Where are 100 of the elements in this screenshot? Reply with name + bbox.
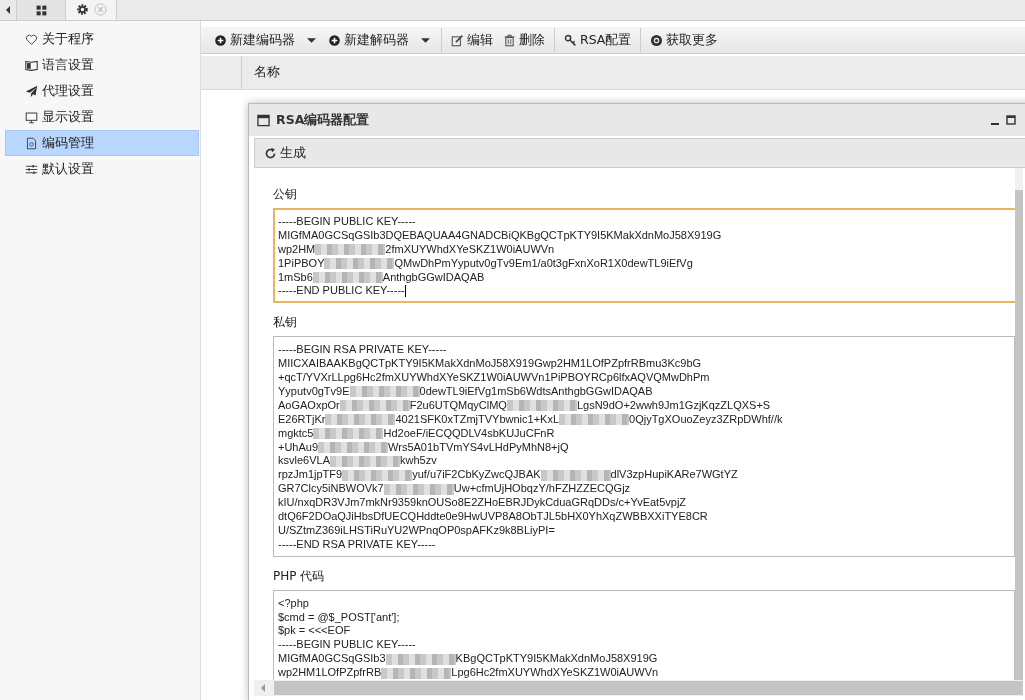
maximize-icon (1006, 115, 1016, 125)
caret-down-icon (307, 37, 316, 43)
code-text: rpzJm1jpTF9 (278, 468, 343, 483)
sidebar-item[interactable]: 默认设置 (5, 156, 199, 182)
window-title: RSA编码器配置 (276, 111, 370, 129)
blurred-region (381, 667, 452, 679)
code-text: AnthgbGGwIDAQAB (382, 270, 485, 285)
gear-icon (75, 3, 89, 16)
code-text: QMwDhPmYyputv0gTv9Em1/a0t3gFxnXoR1X0dewTL9iEfVg (394, 256, 693, 271)
code-text: wp2HM1LOfPZpfrRB (278, 666, 382, 680)
code-text: dtQ6F2DOaQJiHbsDfUECQHddte0e9HwUVP8A8ObTJL5bHX0YhXqZWBBXXiTYE8CR (278, 510, 708, 524)
tab[interactable] (17, 0, 66, 20)
code-text: -----BEGIN PUBLIC KEY----- (278, 638, 416, 653)
paper-plane-icon (25, 84, 38, 98)
toolbar-button[interactable]: 生成 (259, 141, 311, 165)
toolbar-button[interactable]: 编辑 (441, 28, 498, 52)
blurred-region (330, 455, 400, 467)
caret-down-icon (421, 37, 430, 43)
blurred-region (313, 428, 384, 440)
text-area[interactable] (273, 208, 1015, 304)
blurred-region (540, 469, 611, 481)
book-icon (25, 58, 38, 72)
code-text: 1mSb6 (278, 270, 313, 285)
blurred-region (315, 244, 386, 256)
blurred-region (385, 653, 456, 665)
blurred-region (324, 258, 395, 270)
maximize-button[interactable] (1005, 113, 1017, 127)
toolbar-button[interactable]: 删除 (498, 28, 550, 52)
heart-icon (25, 32, 38, 46)
caret-icon (260, 683, 266, 693)
sidebar-item[interactable]: 编码管理 (5, 130, 199, 156)
code-text: Wrs5A01bTVmYS4vLHdPyMhN8+jQ (388, 440, 569, 455)
caret-icon (5, 5, 11, 15)
code-text: Uw+cfmUjHObqzY/hFZHZZECQGjz (453, 482, 631, 497)
code-text: 0dewTL9iEfVg1mSb6WdtsAnthgbGGwIDAQAB (419, 385, 653, 399)
code-text: $pk = <<<EOF (278, 624, 351, 639)
blurred-region (325, 414, 396, 426)
code-text: +qcT/YVXrLLpg6Hc2fmXUYWhdXYeSKZ1W0iAUWVn1PiPBOYRCp6lfxAQVQMwDhPm (278, 371, 710, 386)
code-text: mgktc5 (278, 426, 314, 441)
code-text: GR7Clcy5iNBWOVk7 (278, 482, 384, 497)
code-text: Yyputv0gTv9E (278, 385, 350, 399)
field-label: PHP 代码 (273, 567, 326, 584)
key-icon (564, 33, 577, 47)
code-text: MIGfMA0GCSqGSIb3 (278, 652, 386, 667)
blurred-region (559, 414, 630, 426)
text-area[interactable] (273, 336, 1015, 557)
blurred-region (342, 469, 413, 481)
plus-circle-icon (328, 33, 341, 47)
toolbar-button[interactable]: RSA配置 (554, 28, 637, 52)
sidebar-item[interactable]: 语言设置 (5, 52, 199, 78)
monitor-icon (25, 110, 38, 124)
code-text: dlV3zpHupiKARe7WGtYZ (610, 468, 738, 483)
refresh-icon (264, 146, 277, 160)
code-text: wp2HM (278, 242, 316, 257)
tab[interactable] (66, 0, 117, 20)
code-text: LgsN9dO+2wwh9Jm1GzjKqzZLQXS+S (576, 398, 771, 413)
sliders-icon (25, 162, 38, 176)
code-text: 1PiPBOY (278, 256, 325, 271)
code-text: <?php (278, 596, 309, 611)
window-icon (257, 113, 270, 127)
code-text: MIICXAIBAAKBgQCTpKTY9I5KMakXdnMoJ58X919Gwp2HM1LOfPZpfrRBmu3Kc9bG (278, 357, 702, 372)
blurred-region (339, 400, 410, 412)
trash-icon (503, 33, 516, 47)
sidebar-item[interactable]: 代理设置 (5, 78, 199, 104)
code-text: AoGAOxpOr (278, 398, 340, 413)
grid-icon (34, 3, 48, 17)
code-text: MIGfMA0GCSqGSIb3DQEBAQUAA4GNADCBiQKBgQCTpKTY9I5KMakXdnMoJ58X919G (278, 228, 722, 243)
code-text: ksvle6VLA (278, 454, 330, 469)
code-text: KBgQCTpKTY9I5KMakXdnMoJ58X919G (455, 652, 658, 667)
code-text: -----END PUBLIC KEY----- (278, 284, 405, 299)
code-text: -----BEGIN RSA PRIVATE KEY----- (278, 343, 447, 358)
toolbar-button[interactable]: 获取更多 (640, 28, 724, 52)
code-text: 4021SFK0xTZmjTVYbwnic1+KxL (395, 412, 560, 427)
edit-icon (451, 33, 464, 47)
column-header[interactable]: 名称 (242, 56, 280, 89)
toolbar-button[interactable]: 新建解码器 (323, 28, 437, 52)
code-text: kwh5zv (400, 454, 437, 469)
code-text: E26RTjKr (278, 412, 326, 427)
blurred-region (318, 442, 389, 453)
code-text: -----END RSA PRIVATE KEY----- (278, 537, 436, 552)
sidebar-item[interactable]: 显示设置 (5, 104, 199, 130)
code-text: Hd2oeF/iECQQDLV4sbKUJuCFnR (383, 426, 555, 441)
blurred-region (349, 386, 420, 398)
text-cursor (404, 285, 406, 298)
blurred-region (312, 272, 383, 283)
minimize-icon (991, 122, 999, 125)
field-label: 私钥 (273, 314, 298, 331)
toolbar-button[interactable]: 新建编码器 (209, 28, 323, 52)
code-text: Lpg6Hc2fmXUYWhdXYeSKZ1W0iAUWVn (451, 666, 659, 680)
code-text: 0QjyTgXOuoZeyz3ZRpDWhf//k (629, 412, 783, 427)
plus-circle-icon (214, 33, 227, 47)
browser-icon (650, 33, 664, 47)
blurred-region (383, 483, 454, 495)
sidebar-item[interactable]: 关于程序 (5, 26, 199, 52)
code-text: -----BEGIN PUBLIC KEY----- (278, 215, 416, 229)
blurred-region (506, 400, 577, 412)
close-icon (93, 3, 107, 16)
code-text: 2fmXUYWhdXYeSKZ1W0iAUWVn (385, 242, 555, 257)
code-text: F2u6UTQMqyClMQ (409, 398, 507, 413)
field-label: 公钥 (273, 186, 298, 202)
